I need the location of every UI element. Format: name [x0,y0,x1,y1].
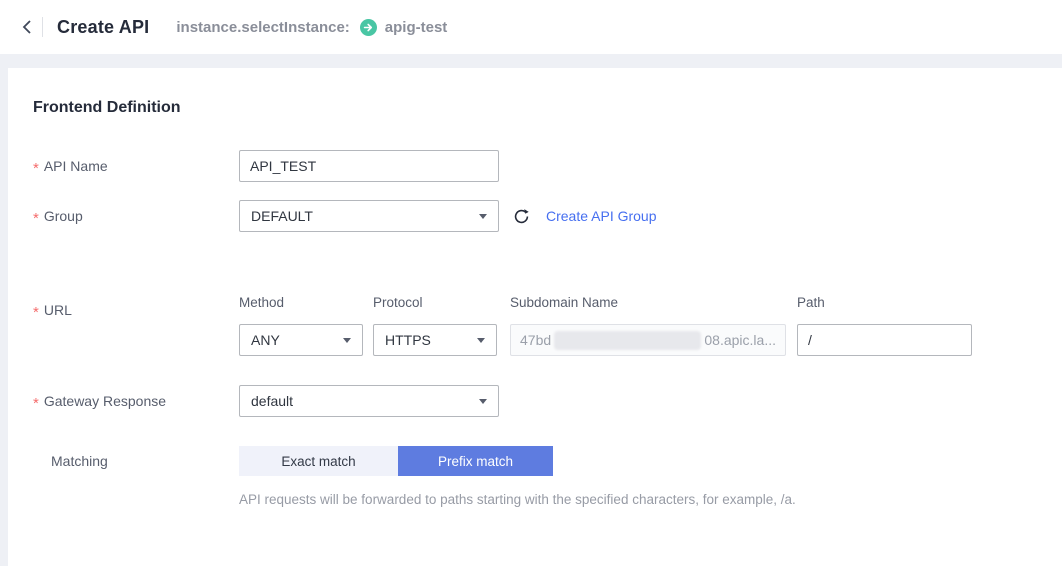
gateway-response-select[interactable]: default [239,385,499,417]
matching-segmented-control: Exact match Prefix match [239,446,553,476]
dropdown-caret-icon [479,398,487,404]
section-title: Frontend Definition [33,99,181,116]
url-label: * URL [33,302,72,321]
gateway-response-row: * Gateway Response default [33,385,1062,417]
instance-name: apig-test [384,18,448,36]
refresh-icon [512,207,531,226]
back-chevron-icon [20,19,34,35]
subdomain-name-field: 47bd 08.apic.la... [510,324,786,356]
api-name-input[interactable] [239,150,499,182]
create-api-group-link[interactable]: Create API Group [546,208,657,224]
page-header: Create API instance.selectInstance: apig… [0,0,1062,54]
api-name-row: * API Name [33,150,1062,182]
protocol-label: Protocol [373,295,423,310]
protocol-select[interactable]: HTTPS [373,324,497,356]
subdomain-value-prefix: 47bd [520,332,552,348]
method-column: Method ANY [239,295,363,356]
group-select-value: DEFAULT [251,208,313,224]
required-marker: * [33,304,39,321]
protocol-select-value: HTTPS [385,332,431,348]
dropdown-caret-icon [343,337,351,343]
instance-select-label: instance.selectInstance: [176,18,350,36]
matching-row: Matching Exact match Prefix match [33,446,1062,476]
required-marker: * [33,159,39,177]
prefix-match-button[interactable]: Prefix match [398,446,553,476]
subdomain-value-suffix: 08.apic.la... [704,332,776,348]
refresh-groups-button[interactable] [512,207,531,226]
frontend-definition-card: Frontend Definition * API Name * Group D… [8,68,1062,566]
breadcrumb: instance.selectInstance: apig-test [176,18,448,36]
gateway-response-select-value: default [251,393,294,409]
subdomain-name-label: Subdomain Name [510,295,619,310]
url-row: * URL Method ANY Protocol HTTPS Subdomai… [33,295,1062,356]
method-label: Method [239,295,285,310]
matching-label: Matching [51,453,108,469]
path-label: Path [797,295,825,310]
group-select[interactable]: DEFAULT [239,200,499,232]
subdomain-column: Subdomain Name 47bd 08.apic.la... [510,295,786,356]
page-title: Create API [57,16,150,37]
required-marker: * [33,394,39,412]
api-name-label: * API Name [33,158,108,177]
gateway-response-label: * Gateway Response [33,393,167,412]
dropdown-caret-icon [479,213,487,219]
exact-match-button[interactable]: Exact match [239,446,398,476]
matching-help-row: API requests will be forwarded to paths … [33,492,1062,507]
group-label: * Group [33,208,83,227]
method-select[interactable]: ANY [239,324,363,356]
required-marker: * [33,209,39,227]
instance-running-status-icon [359,18,377,36]
path-input[interactable] [797,324,972,356]
back-button[interactable] [14,14,40,40]
dropdown-caret-icon [477,337,485,343]
header-divider [42,17,43,37]
path-column: Path [797,295,972,356]
group-row: * Group DEFAULT Create API Group [33,200,1062,232]
matching-help-text: API requests will be forwarded to paths … [239,492,796,507]
method-select-value: ANY [251,332,280,348]
redaction-mask [554,330,702,350]
protocol-column: Protocol HTTPS [373,295,497,356]
create-api-page: Create API instance.selectInstance: apig… [0,0,1062,566]
